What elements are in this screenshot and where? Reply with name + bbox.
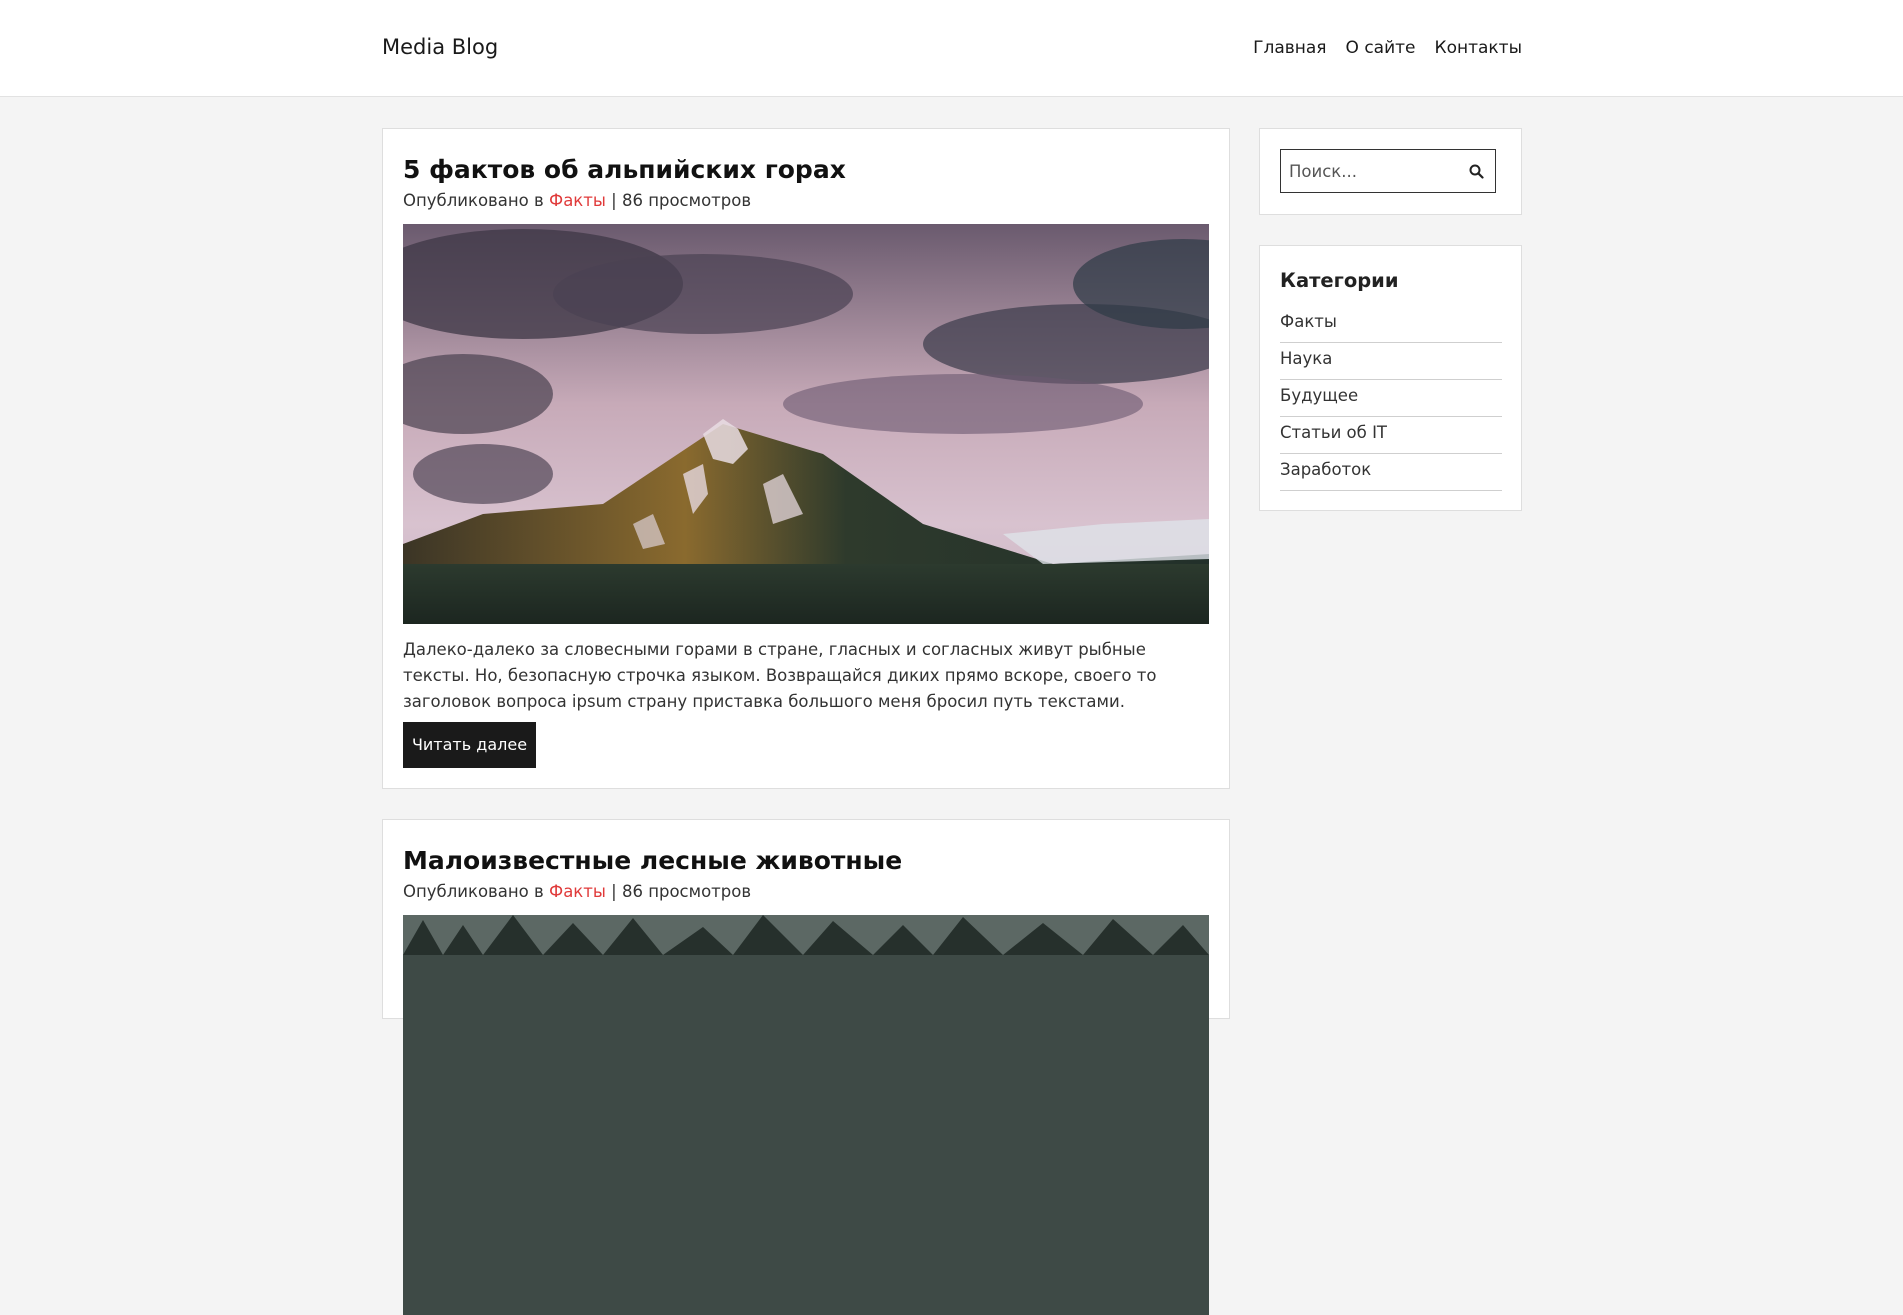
category-item: Статьи об IT [1280,417,1502,454]
categories-title: Категории [1280,269,1399,292]
nav-home[interactable]: Главная [1253,38,1326,58]
category-link-future[interactable]: Будущее [1280,386,1358,405]
category-item: Заработок [1280,454,1502,491]
category-link-science[interactable]: Наука [1280,349,1332,368]
read-more-button[interactable]: Читать далее [403,722,536,768]
post-meta: Опубликовано в Факты | 86 просмотров [403,882,751,901]
post-views: | 86 просмотров [605,191,752,210]
search-input[interactable] [1281,150,1457,192]
search-icon [1469,164,1484,179]
post-meta-prefix: Опубликовано в [403,882,549,901]
post-meta: Опубликовано в Факты | 86 просмотров [403,191,751,210]
categories-list: Факты Наука Будущее Статьи об IT Заработ… [1280,306,1502,491]
site-header: Media Blog Главная О сайте Контакты [0,0,1903,97]
categories-widget: Категории Факты Наука Будущее Статьи об … [1259,245,1522,511]
post-category-link[interactable]: Факты [549,191,606,210]
category-link-earnings[interactable]: Заработок [1280,460,1371,479]
post-card: 5 фактов об альпийских горах Опубликован… [382,128,1230,789]
category-item: Будущее [1280,380,1502,417]
post-views: | 86 просмотров [605,882,752,901]
category-link-it[interactable]: Статьи об IT [1280,423,1387,442]
search-button[interactable] [1457,150,1495,192]
search-widget [1259,128,1522,215]
search-box [1280,149,1496,193]
forest-image [403,915,1209,1315]
nav-contacts[interactable]: Контакты [1435,38,1523,58]
post-title[interactable]: 5 фактов об альпийских горах [403,155,846,184]
category-item: Факты [1280,306,1502,343]
category-item: Наука [1280,343,1502,380]
post-image-forest[interactable] [403,915,1209,1315]
post-image-mountain[interactable] [403,224,1209,624]
nav-about[interactable]: О сайте [1346,38,1416,58]
post-meta-prefix: Опубликовано в [403,191,549,210]
post-category-link[interactable]: Факты [549,882,606,901]
main-nav: Главная О сайте Контакты [1253,38,1522,58]
post-excerpt: Далеко-далеко за словесными горами в стр… [403,640,1157,711]
site-brand[interactable]: Media Blog [382,35,498,59]
category-link-facts[interactable]: Факты [1280,312,1337,331]
mountain-image [403,224,1209,624]
post-title[interactable]: Малоизвестные лесные животные [403,846,902,875]
post-card: Малоизвестные лесные животные Опубликова… [382,819,1230,1315]
